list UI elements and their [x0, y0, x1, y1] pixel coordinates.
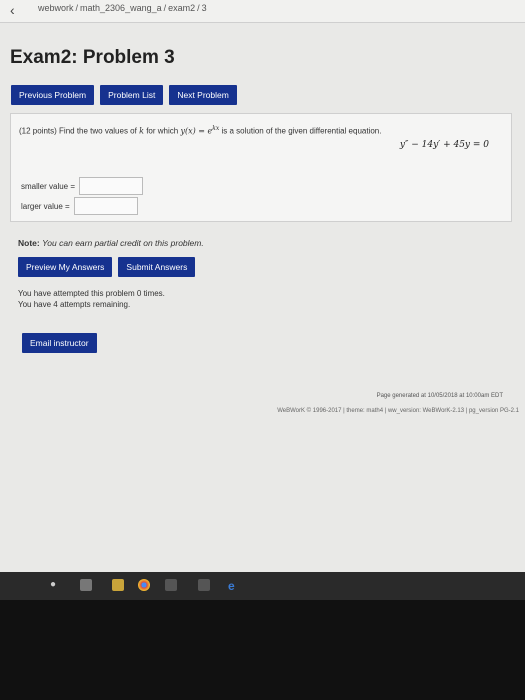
screen-bezel: [0, 600, 525, 700]
page-generated-text: Page generated at 10/05/2018 at 10:00am …: [376, 393, 503, 399]
attempts-line-1: You have attempted this problem 0 times.: [18, 289, 165, 298]
breadcrumb-item-webwork[interactable]: webwork: [38, 3, 74, 13]
attempts-info: You have attempted this problem 0 times.…: [18, 288, 165, 310]
problem-text-a: Find the two values of: [59, 126, 137, 136]
breadcrumb-bar: ‹ webwork / math_2306_wang_a / exam2/3: [0, 0, 525, 23]
previous-problem-button[interactable]: Previous Problem: [11, 85, 95, 105]
attempts-line-2: You have 4 attempts remaining.: [18, 300, 131, 309]
problem-text-c: is a solution of the given differential …: [221, 126, 382, 136]
email-instructor-button[interactable]: Email instructor: [22, 333, 97, 353]
var-k: k: [139, 126, 144, 136]
problem-container: (12 points) Find the two values of k for…: [10, 113, 512, 222]
breadcrumb-item-set[interactable]: exam2: [168, 3, 195, 13]
smaller-value-label: smaller value =: [21, 181, 76, 191]
note-text: You can earn partial credit on this prob…: [42, 238, 204, 248]
app-icon[interactable]: [198, 579, 210, 591]
answer-actions: Preview My Answers Submit Answers: [18, 257, 196, 277]
problem-nav: Previous Problem Problem List Next Probl…: [11, 85, 237, 105]
preview-answers-button[interactable]: Preview My Answers: [18, 257, 113, 277]
note-label: Note:: [18, 238, 40, 248]
edge-icon[interactable]: e: [228, 579, 240, 593]
keyboard-icon[interactable]: [80, 579, 92, 591]
breadcrumb-item-course[interactable]: math_2306_wang_a: [80, 3, 162, 13]
grid-icon[interactable]: [165, 579, 177, 591]
smaller-value-input[interactable]: [79, 177, 144, 195]
differential-equation: y″ − 14y′ + 45y = 0: [399, 140, 489, 150]
larger-value-label: larger value =: [21, 201, 70, 211]
page-title: Exam2: Problem 3: [10, 47, 175, 68]
larger-value-input[interactable]: [73, 197, 138, 215]
exponent: kx: [212, 125, 220, 132]
problem-list-button[interactable]: Problem List: [100, 85, 164, 105]
chrome-icon[interactable]: [138, 579, 150, 591]
back-arrow-icon[interactable]: ‹: [10, 2, 15, 18]
partial-credit-note: Note: You can earn partial credit on thi…: [18, 238, 204, 248]
problem-points: (12 points): [19, 126, 57, 136]
copyright-text: WeBWorK © 1996-2017 | theme: math4 | ww_…: [277, 408, 519, 414]
larger-value-row: larger value =: [21, 197, 138, 215]
y-of-x: y(x) = e: [180, 126, 213, 136]
microphone-icon[interactable]: ●: [50, 579, 62, 591]
smaller-value-row: smaller value =: [21, 177, 144, 195]
problem-text-b: for which: [146, 126, 179, 136]
email-wrapper: Email instructor: [22, 333, 97, 353]
problem-statement: (12 points) Find the two values of k for…: [19, 125, 381, 136]
browser-viewport: ‹ webwork / math_2306_wang_a / exam2/3 Exam2…: [0, 0, 525, 578]
breadcrumb-item-problem: 3: [201, 3, 207, 13]
breadcrumb: webwork / math_2306_wang_a / exam2/3: [38, 3, 207, 13]
next-problem-button[interactable]: Next Problem: [169, 85, 237, 105]
submit-answers-button[interactable]: Submit Answers: [118, 257, 196, 277]
folder-icon[interactable]: [112, 579, 124, 591]
taskbar: ● e: [0, 572, 525, 600]
